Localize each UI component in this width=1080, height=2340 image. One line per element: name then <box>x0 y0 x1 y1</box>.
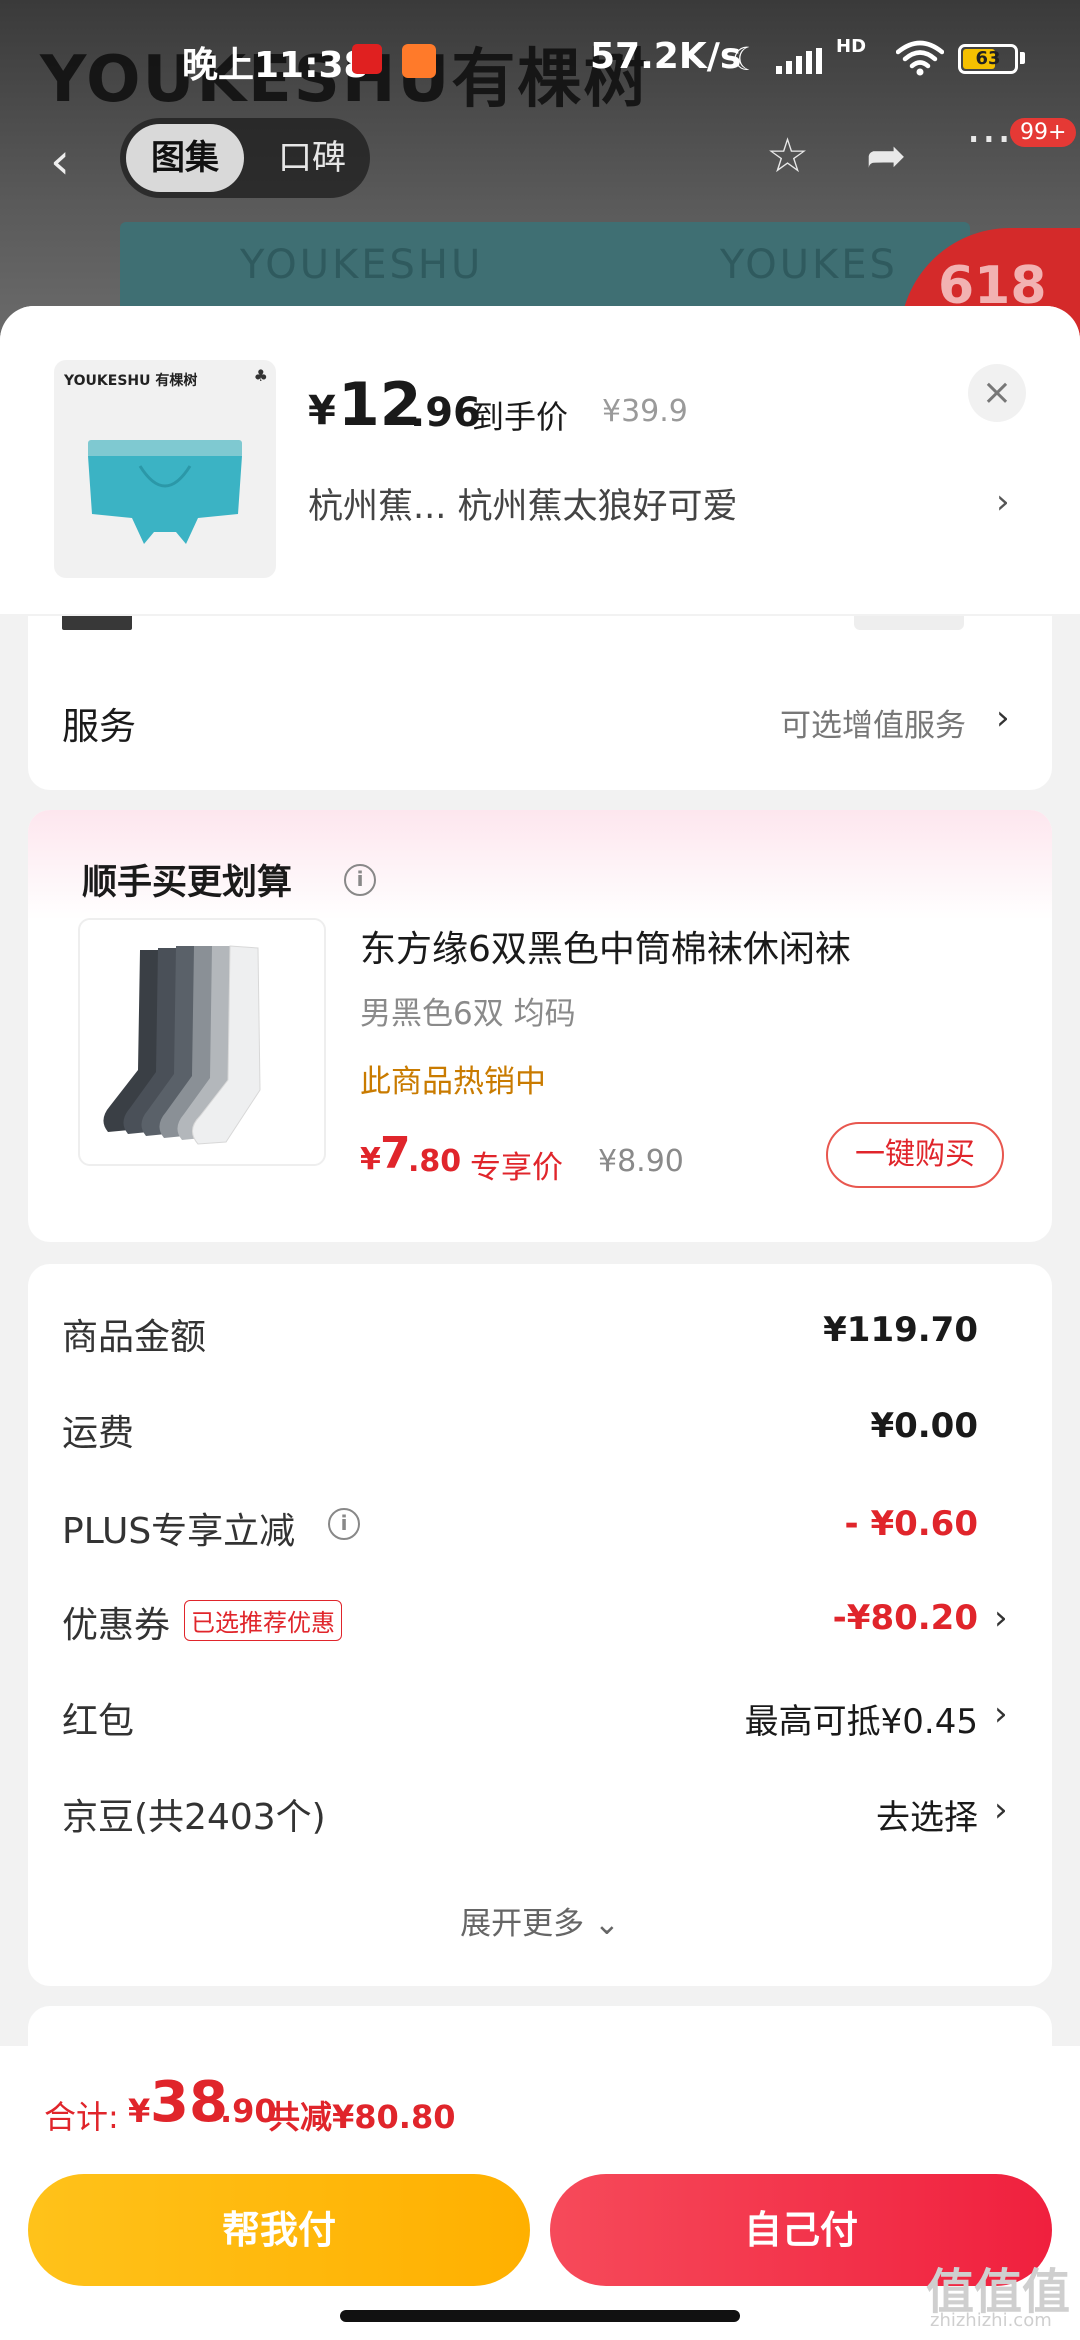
chevron-right-icon[interactable]: › <box>996 482 1010 522</box>
quantity-stepper-clipped[interactable] <box>854 616 964 630</box>
summary-label: 商品金额 <box>62 1317 207 1358</box>
home-indicator[interactable] <box>340 2310 740 2322</box>
summary-label: PLUS专享立减 <box>62 1511 296 1552</box>
hot-sale-text: 此商品热销中 <box>360 1064 546 1100</box>
checkout-bar: 合计: ¥ 38 .90 共减¥80.80 帮我付 自己付 值值值 zhizhi… <box>0 2046 1080 2340</box>
summary-row-plus: PLUS专享立减 i - ¥0.60 <box>28 1488 1052 1568</box>
one-click-buy-button[interactable]: 一键购买 <box>826 1122 1004 1188</box>
sock-product-image[interactable] <box>78 918 326 1166</box>
chevron-right-icon[interactable]: › <box>994 1694 1008 1734</box>
app-notification-icon <box>402 44 436 78</box>
services-card: 服务 可选增值服务 › <box>28 616 1052 790</box>
notification-badge: 99+ <box>1010 118 1077 147</box>
share-icon[interactable]: ➦ <box>866 128 906 184</box>
original-price: ¥39.9 <box>602 394 688 429</box>
summary-value: ¥0.00 <box>870 1406 978 1446</box>
tab-gallery[interactable]: 图集 <box>126 124 244 192</box>
tree-logo-icon: ♣ <box>253 366 268 385</box>
price-integer: 12 <box>338 370 422 440</box>
bundle-title: 顺手买更划算 <box>82 863 293 903</box>
summary-value: - ¥0.60 <box>844 1504 979 1544</box>
wifi-icon <box>895 40 945 80</box>
battery-tip <box>1020 52 1025 64</box>
close-icon[interactable]: × <box>968 364 1026 422</box>
app-notification-icon <box>352 44 382 74</box>
bundle-original-price: ¥8.90 <box>598 1144 684 1179</box>
info-icon[interactable]: i <box>328 1508 360 1540</box>
coupon-label: 优惠券 <box>62 1605 171 1646</box>
summary-row-shipping: 运费 ¥0.00 <box>28 1390 1052 1470</box>
battery-level: 63 <box>975 48 1001 69</box>
help-me-pay-button[interactable]: 帮我付 <box>28 2174 530 2286</box>
quantity-label-clipped <box>62 616 132 630</box>
summary-label: 京豆(共2403个) <box>62 1797 326 1838</box>
services-value[interactable]: 可选增值服务 <box>780 700 966 745</box>
expand-more-button[interactable]: 展开更多 ⌄ <box>28 1898 1052 1943</box>
recommended-coupon-tag: 已选推荐优惠 <box>184 1600 343 1641</box>
status-bar: 晚上11:38 57.2K/s ☾ HD 63 <box>0 0 1080 120</box>
signal-icon <box>776 48 822 74</box>
price-symbol: ¥ <box>308 388 336 434</box>
chevron-right-icon[interactable]: › <box>996 698 1010 738</box>
summary-row-coupon[interactable]: 优惠券 已选推荐优惠 -¥80.20 › <box>28 1582 1052 1662</box>
hd-indicator: HD <box>836 36 867 57</box>
info-icon[interactable]: i <box>344 864 376 896</box>
chevron-right-icon[interactable]: › <box>994 1598 1008 1638</box>
bundle-price-decimal: .80 <box>408 1144 462 1179</box>
status-time: 晚上11:38 <box>182 45 369 86</box>
total-savings: 共减¥80.80 <box>268 2098 456 2136</box>
bundle-price-integer: 7 <box>380 1128 411 1179</box>
summary-label: 红包 <box>62 1701 135 1742</box>
order-sheet: YOUKESHU 有棵树 ♣ ¥ 12 .96 到手价 ¥39.9 × 杭州蕉.… <box>0 306 1080 2340</box>
total-label: 合计: <box>44 2098 119 2136</box>
summary-row-redpacket[interactable]: 红包 最高可抵¥0.45 › <box>28 1678 1052 1758</box>
do-not-disturb-icon: ☾ <box>732 40 761 78</box>
final-price-label: 到手价 <box>472 398 569 436</box>
tab-reviews[interactable]: 口碑 <box>262 124 362 192</box>
summary-value: -¥80.20 <box>832 1598 978 1638</box>
socks-image <box>103 945 261 1145</box>
services-label: 服务 <box>62 705 136 748</box>
chevron-right-icon[interactable]: › <box>994 1790 1008 1830</box>
total-symbol: ¥ <box>128 2092 151 2130</box>
product-thumbnail[interactable]: YOUKESHU 有棵树 ♣ <box>54 360 276 578</box>
selected-spec[interactable]: 杭州蕉... 杭州蕉太狼好可爱 <box>308 478 738 529</box>
bundle-product-spec: 男黑色6双 均码 <box>360 996 576 1032</box>
bundle-card: 顺手买更划算 i 东方缘6双黑色中筒棉袜休闲袜 男黑色6双 均码 此商品热销中 … <box>28 810 1052 1242</box>
star-favorite-icon[interactable]: ☆ <box>766 128 809 184</box>
watermark-url: zhizhizhi.com <box>930 2310 1052 2331</box>
bundle-price-label: 专享价 <box>470 1150 563 1186</box>
media-tab-switch: 图集 口碑 <box>120 118 370 198</box>
summary-value: 去选择 <box>876 1798 978 1838</box>
back-arrow-icon[interactable]: ‹ <box>50 132 70 190</box>
summary-value: 最高可抵¥0.45 <box>744 1702 978 1742</box>
price-summary-card: 商品金额 ¥119.70 运费 ¥0.00 PLUS专享立减 i - ¥0.60… <box>28 1264 1052 1986</box>
thumb-brand: YOUKESHU 有棵树 <box>64 373 198 389</box>
price-decimal: .96 <box>410 390 481 436</box>
underwear-image <box>88 440 242 544</box>
box-print: YOUKESHU <box>240 242 484 288</box>
summary-label: 运费 <box>62 1413 135 1454</box>
summary-label: 优惠券 已选推荐优惠 <box>62 1596 343 1648</box>
box-print: YOUKES <box>720 242 898 288</box>
bundle-price-symbol: ¥ <box>360 1142 381 1177</box>
more-icon[interactable]: ··· <box>966 112 1012 168</box>
total-integer: 38 <box>150 2070 228 2135</box>
sheet-header: YOUKESHU 有棵树 ♣ ¥ 12 .96 到手价 ¥39.9 × 杭州蕉.… <box>0 306 1080 614</box>
summary-value: ¥119.70 <box>823 1310 978 1350</box>
summary-row-jingdou[interactable]: 京豆(共2403个) 去选择 › <box>28 1774 1052 1854</box>
summary-row-goods: 商品金额 ¥119.70 <box>28 1294 1052 1374</box>
network-speed: 57.2K/s <box>590 36 742 77</box>
battery-icon: 63 <box>958 44 1018 74</box>
bundle-product-name[interactable]: 东方缘6双黑色中筒棉袜休闲袜 <box>360 920 851 972</box>
